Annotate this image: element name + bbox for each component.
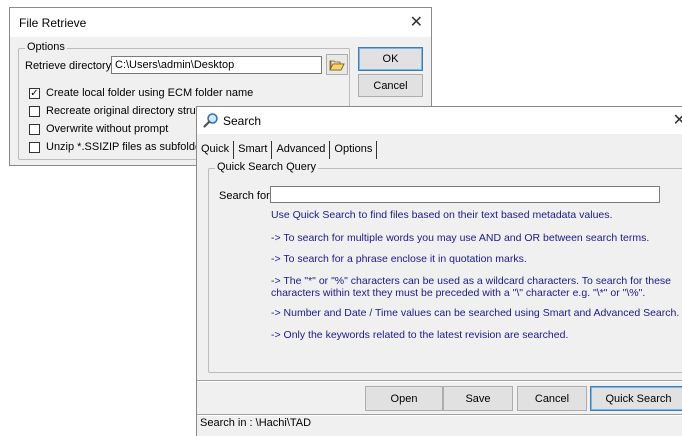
retrieve-directory-label: Retrieve directory:	[25, 60, 115, 72]
checkbox-overwrite[interactable]: Overwrite without prompt	[29, 123, 168, 135]
divider	[197, 414, 682, 416]
open-button[interactable]: Open	[365, 386, 443, 411]
quick-search-button[interactable]: Quick Search	[590, 386, 682, 411]
checkbox-label: Recreate original directory structure	[46, 105, 221, 117]
help-text: -> To search for multiple words you may …	[271, 232, 650, 244]
tab-advanced[interactable]: Advanced	[272, 141, 331, 159]
options-group-label: Options	[25, 41, 67, 53]
help-text: characters within text they must be prec…	[271, 287, 646, 299]
tab-smart[interactable]: Smart	[234, 141, 273, 159]
cancel-button[interactable]: Cancel	[358, 74, 423, 97]
checkbox-box[interactable]	[29, 141, 40, 153]
help-text: -> To search for a phrase enclose it in …	[271, 253, 527, 265]
tab-quick[interactable]: Quick	[197, 141, 235, 159]
search-for-label: Search for:	[219, 190, 273, 202]
search-icon	[203, 113, 218, 128]
retrieve-directory-input[interactable]: C:\Users\admin\Desktop	[111, 56, 322, 74]
help-text: -> Only the keywords related to the late…	[271, 329, 569, 341]
checkbox-label: Create local folder using ECM folder nam…	[46, 87, 254, 99]
help-text: -> Number and Date / Time values can be …	[271, 307, 680, 319]
checkbox-label: Unzip *.SSIZIP files as subfolders	[46, 141, 211, 153]
divider	[197, 380, 682, 382]
browse-folder-button[interactable]	[326, 54, 348, 75]
search-for-input[interactable]	[270, 186, 660, 203]
tab-options[interactable]: Options	[330, 141, 378, 159]
checkbox-create-local-folder[interactable]: ✓ Create local folder using ECM folder n…	[29, 87, 253, 99]
quick-search-query-label: Quick Search Query	[215, 161, 319, 173]
file-retrieve-titlebar: File Retrieve ✕	[10, 8, 431, 37]
save-button[interactable]: Save	[443, 386, 513, 411]
search-title: Search	[223, 114, 262, 128]
folder-open-icon	[329, 60, 345, 70]
checkbox-unzip[interactable]: Unzip *.SSIZIP files as subfolders	[29, 141, 210, 153]
checkbox-label: Overwrite without prompt	[46, 123, 169, 135]
cancel-button[interactable]: Cancel	[517, 386, 587, 411]
help-text: Use Quick Search to find files based on …	[271, 209, 613, 221]
close-icon[interactable]: ✕	[410, 12, 423, 32]
status-text: Search in : \Hachi\TAD	[200, 417, 312, 429]
search-tabs: Quick Smart Advanced Options	[197, 141, 378, 159]
checkbox-recreate-structure[interactable]: Recreate original directory structure	[29, 105, 220, 117]
checkbox-box[interactable]	[29, 105, 40, 117]
search-titlebar: Search ✕	[197, 107, 682, 134]
file-retrieve-title: File Retrieve	[19, 16, 87, 30]
help-text: -> The "*" or "%" characters can be used…	[271, 275, 672, 287]
checkbox-box[interactable]: ✓	[29, 87, 40, 99]
search-dialog: Search ✕ Quick Smart Advanced Options Qu…	[196, 106, 682, 436]
ok-button[interactable]: OK	[358, 47, 423, 71]
checkbox-box[interactable]	[29, 123, 40, 135]
close-icon[interactable]: ✕	[673, 110, 682, 130]
